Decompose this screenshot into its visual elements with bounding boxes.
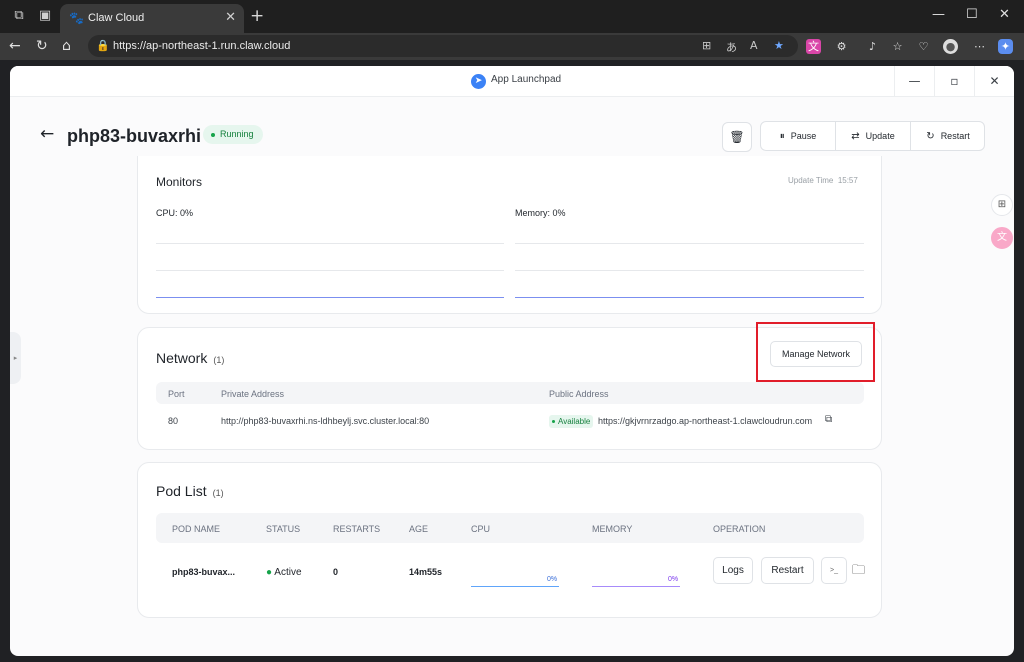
pod-restarts: 0 [333, 567, 339, 577]
workspaces-icon[interactable]: ⧉ [12, 9, 26, 23]
app-titlebar: ➤ App Launchpad — ▫ ✕ [10, 66, 1014, 97]
pod-cpu-bar [471, 586, 559, 587]
pod-col-restarts: RESTARTS [333, 524, 381, 534]
lock-icon[interactable]: 🔒 [96, 39, 110, 52]
translate-icon[interactable]: あ [726, 39, 737, 55]
pod-col-operation: OPERATION [713, 524, 766, 534]
profile-avatar-icon[interactable]: ● [943, 39, 958, 54]
pod-col-status: STATUS [266, 524, 301, 534]
minimize-window-icon[interactable]: — [932, 7, 945, 22]
pod-list-card: Pod List (1) POD NAME STATUS RESTARTS AGE… [137, 462, 882, 618]
pod-name: php83-buvax... [172, 567, 236, 577]
favorites-icon[interactable]: ☆ [890, 39, 905, 54]
memory-chart-line [515, 297, 864, 298]
address-bar[interactable]: 🔒 https://ap-northeast-1.run.claw.cloud … [88, 35, 798, 57]
private-address[interactable]: http://php83-buvaxrhi.ns-ldhbeylj.svc.cl… [221, 416, 429, 426]
pause-icon: ⏸ [779, 131, 785, 142]
monitors-card: Monitors Update Time 15:57 CPU: 0% Memor… [137, 156, 882, 314]
restart-icon: ↻ [926, 131, 935, 142]
copy-icon[interactable]: ⧉ [825, 414, 832, 425]
pause-button[interactable]: ⏸ Pause [761, 122, 835, 150]
tab-title: Claw Cloud [88, 12, 145, 24]
pod-col-cpu: CPU [471, 524, 491, 534]
network-title: Network (1) [156, 350, 225, 366]
folder-icon[interactable]: 🗀 [852, 561, 865, 583]
extension-translate-icon[interactable]: 文 [806, 39, 821, 54]
monitors-title: Monitors [156, 175, 203, 189]
app-window-title: App Launchpad [491, 74, 562, 85]
browser-toolbar: ← ↻ ⌂ 🔒 https://ap-northeast-1.run.claw.… [0, 33, 1024, 60]
home-icon[interactable]: ⌂ [62, 38, 71, 54]
network-col-port: Port [168, 389, 185, 399]
extensions-icon[interactable]: ⚙ [834, 39, 849, 54]
app-window: ➤ App Launchpad — ▫ ✕ ← php83-buvaxrhi R… [10, 66, 1014, 656]
new-tab-icon[interactable]: + [250, 6, 264, 26]
update-button[interactable]: ⇄ Update [836, 122, 910, 150]
manage-network-button[interactable]: Manage Network [770, 341, 862, 367]
browser-tab-bar: ⧉ ▣ 🐾 Claw Cloud ✕ + — ☐ ✕ [0, 0, 1024, 33]
pod-age: 14m55s [409, 567, 443, 577]
favorite-star-icon[interactable]: ★ [774, 39, 784, 52]
close-window-icon[interactable]: ✕ [999, 7, 1010, 22]
floating-apps-icon[interactable]: ⊞ [991, 194, 1013, 216]
cpu-label: CPU: 0% [156, 208, 194, 218]
app-close-icon[interactable]: ✕ [974, 66, 1014, 97]
browser-tab[interactable]: 🐾 Claw Cloud ✕ [60, 4, 244, 33]
pod-col-memory: MEMORY [592, 524, 633, 534]
pod-memory-value: 0% [668, 576, 679, 583]
network-col-private: Private Address [221, 389, 285, 399]
chevron-right-icon: ▸ [13, 354, 18, 362]
pod-cpu-value: 0% [547, 576, 558, 583]
app-restore-icon[interactable]: ▫ [934, 66, 974, 97]
pod-list-title: Pod List (1) [156, 483, 224, 499]
logs-button[interactable]: Logs [713, 557, 753, 584]
sidebar-expand-handle[interactable]: ▸ [10, 332, 21, 384]
delete-button[interactable]: 🗑 [722, 122, 752, 152]
restart-button[interactable]: ↻ Restart [911, 122, 985, 150]
terminal-button[interactable]: >_ [821, 557, 847, 584]
back-arrow-icon[interactable]: ← [40, 124, 54, 144]
launchpad-rocket-icon: ➤ [471, 74, 486, 89]
pod-status: ● Active [266, 567, 302, 578]
copilot-icon[interactable]: ✦ [998, 39, 1013, 54]
status-badge: Running [203, 125, 263, 144]
read-aloud-icon[interactable]: A [750, 39, 758, 52]
performance-icon[interactable]: ♪ [865, 39, 880, 54]
app-minimize-icon[interactable]: — [894, 66, 934, 97]
refresh-icon[interactable]: ↻ [36, 38, 48, 54]
available-badge: Available [549, 415, 594, 428]
floating-translate-icon[interactable]: 文 [991, 227, 1013, 249]
close-tab-icon[interactable]: ✕ [225, 10, 236, 25]
browser-essentials-icon[interactable]: ♡ [916, 39, 931, 54]
paw-icon: 🐾 [69, 11, 84, 25]
memory-label: Memory: 0% [515, 208, 566, 218]
network-port: 80 [168, 416, 179, 426]
public-address-link[interactable]: https://gkjvrnrzadgo.ap-northeast-1.claw… [598, 416, 812, 426]
trash-icon: 🗑 [729, 130, 745, 144]
network-col-public: Public Address [549, 389, 609, 399]
back-icon[interactable]: ← [9, 38, 21, 54]
app-available-icon[interactable]: ⊞ [702, 39, 711, 52]
update-time: Update Time 15:57 [788, 176, 858, 185]
pod-col-age: AGE [409, 524, 429, 534]
action-button-group: ⏸ Pause ⇄ Update ↻ Restart [760, 121, 985, 151]
pod-memory-bar [592, 586, 680, 587]
vertical-tabs-icon[interactable]: ▣ [38, 9, 52, 23]
swap-arrows-icon: ⇄ [851, 131, 860, 142]
cpu-chart-line [156, 297, 504, 298]
pod-restart-button[interactable]: Restart [761, 557, 814, 584]
pod-col-name: POD NAME [172, 524, 221, 534]
page-title: php83-buvaxrhi [67, 126, 202, 146]
url-text[interactable]: https://ap-northeast-1.run.claw.cloud [113, 40, 290, 52]
maximize-window-icon[interactable]: ☐ [966, 7, 978, 22]
more-menu-icon[interactable]: ⋯ [972, 39, 987, 54]
